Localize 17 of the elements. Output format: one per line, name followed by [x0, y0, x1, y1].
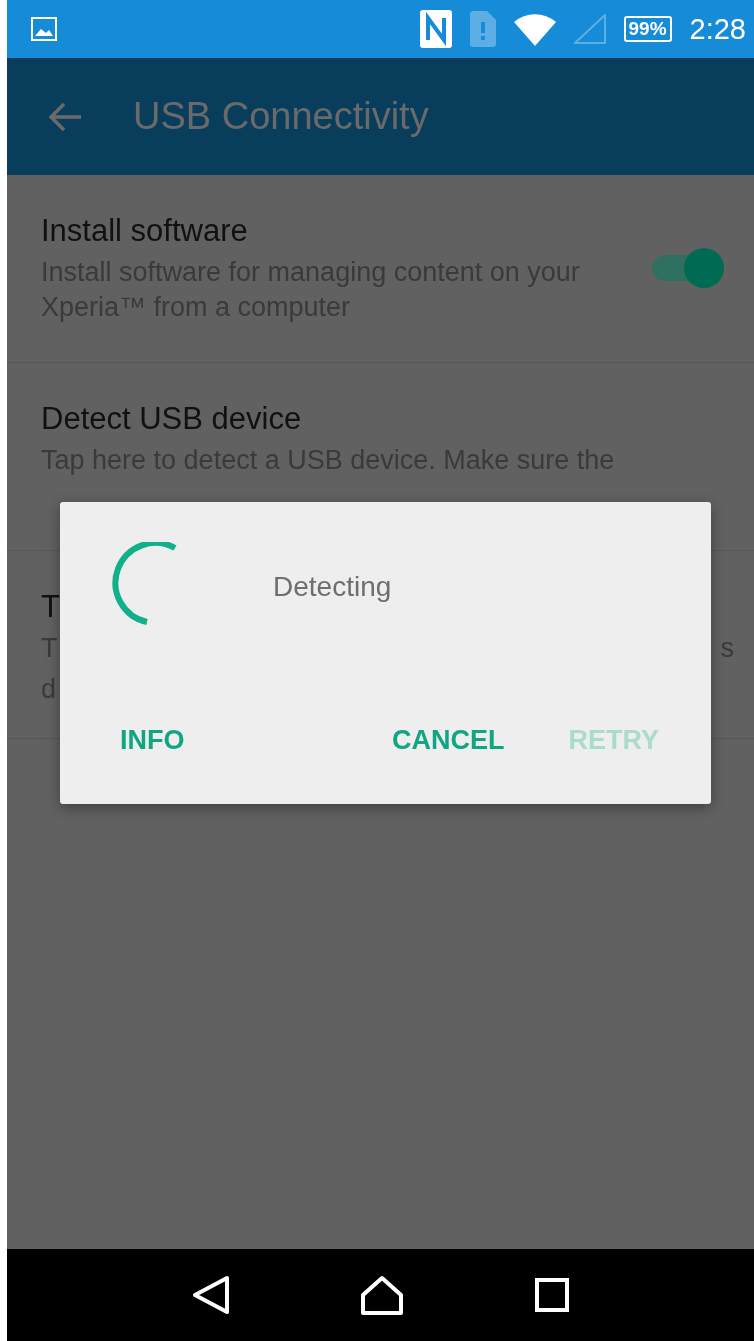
- back-nav-icon[interactable]: [192, 1275, 231, 1315]
- signal-icon: [573, 14, 606, 44]
- dialog-message: Detecting: [273, 571, 392, 603]
- dialog-button[interactable]: INFO: [108, 721, 197, 760]
- battery-level: 99%: [623, 16, 672, 42]
- wifi-icon: [513, 12, 556, 46]
- image-icon: [31, 17, 57, 41]
- recents-nav-icon[interactable]: [534, 1278, 569, 1312]
- clock-time: 2:28: [689, 12, 746, 46]
- home-nav-icon[interactable]: [360, 1275, 405, 1315]
- dialog-button[interactable]: CANCEL: [380, 721, 517, 760]
- setting-title: Detect USB device: [41, 401, 303, 437]
- screen-title: USB Connectivity: [133, 95, 429, 138]
- setting-title: Install software: [41, 213, 249, 249]
- nfc-icon: [419, 10, 452, 48]
- sim-alert-icon: [469, 11, 496, 47]
- toggle-switch[interactable]: [652, 248, 724, 288]
